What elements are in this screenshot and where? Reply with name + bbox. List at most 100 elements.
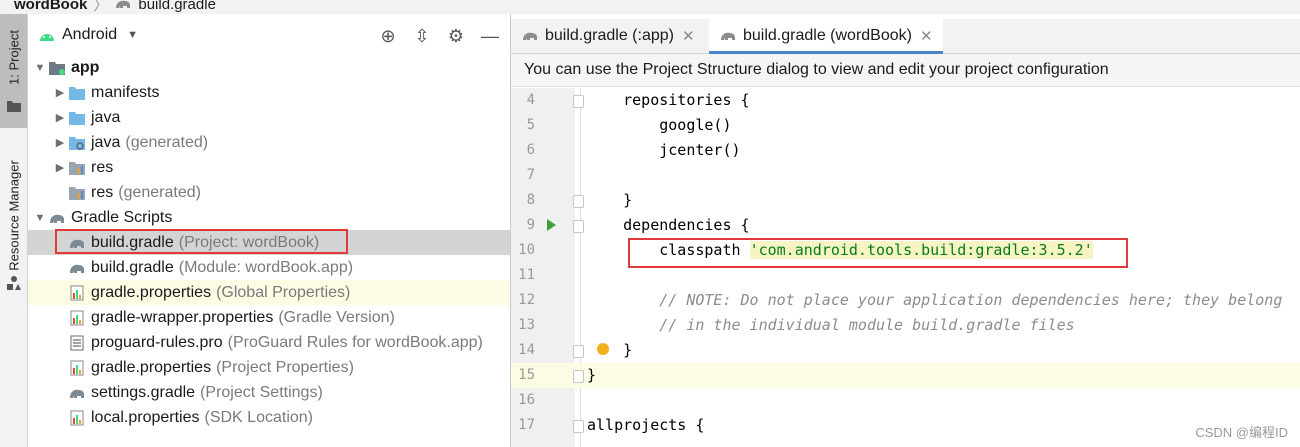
- line-number: 16: [518, 392, 535, 408]
- file-icon: [68, 335, 91, 351]
- code-text: dependencies {: [587, 213, 750, 238]
- breadcrumb-project[interactable]: wordBook: [14, 0, 87, 13]
- tab-build-gradle-app[interactable]: build.gradle (:app) ✕: [521, 19, 695, 53]
- tab-build-gradle-wordbook[interactable]: build.gradle (wordBook) ✕: [709, 19, 943, 54]
- code-line[interactable]: 9 dependencies {: [511, 213, 1300, 238]
- fold-marker-icon[interactable]: [573, 220, 584, 233]
- fold-marker-icon[interactable]: [573, 195, 584, 208]
- code-fragment: allprojects {: [587, 416, 705, 434]
- gradle-icon: [68, 260, 91, 276]
- line-number: 5: [526, 117, 535, 133]
- breadcrumb: wordBook 〉 build.gradle: [0, 0, 1300, 14]
- close-icon[interactable]: ✕: [682, 27, 695, 45]
- tree-item-label: proguard-rules.pro: [91, 333, 223, 351]
- close-icon[interactable]: ✕: [920, 27, 933, 45]
- line-number: 9: [526, 217, 535, 233]
- tree-item[interactable]: ▼ Gradle Scripts: [28, 205, 510, 230]
- tree-item[interactable]: ▶ java (generated): [28, 130, 510, 155]
- tree-item[interactable]: proguard-rules.pro (ProGuard Rules for wo…: [28, 330, 510, 355]
- project-tool-tab[interactable]: 1: Project: [0, 14, 27, 128]
- line-number: 12: [518, 292, 535, 308]
- line-number: 10: [518, 242, 535, 258]
- line-number: 15: [518, 367, 535, 383]
- gradle-icon: [523, 32, 537, 40]
- locate-icon[interactable]: ⊕: [378, 26, 398, 46]
- code-fragment: dependencies {: [587, 216, 750, 234]
- gradle-icon: [116, 0, 131, 8]
- fold-marker-icon[interactable]: [573, 95, 584, 108]
- code-line[interactable]: 6 jcenter(): [511, 138, 1300, 163]
- tree-item-label: res: [91, 183, 114, 201]
- code-text: repositories {: [587, 88, 749, 113]
- tree-item[interactable]: gradle-wrapper.properties (Gradle Version…: [28, 305, 510, 330]
- code-line[interactable]: 5 google(): [511, 113, 1300, 138]
- tree-item-note: (ProGuard Rules for wordBook.app): [227, 333, 483, 351]
- collapsed-arrow-icon[interactable]: ▶: [52, 161, 68, 174]
- watermark: CSDN @编程ID: [1195, 425, 1288, 440]
- line-number: 13: [518, 317, 535, 333]
- minimize-icon[interactable]: —: [480, 26, 500, 46]
- fold-marker-icon[interactable]: [573, 420, 584, 433]
- code-line[interactable]: 4 repositories {: [511, 88, 1300, 113]
- view-mode-selector[interactable]: Android ▼: [38, 26, 138, 44]
- tree-item[interactable]: ▶ manifests: [28, 80, 510, 105]
- folder-icon: [68, 85, 91, 101]
- collapse-all-icon[interactable]: ⇳: [412, 26, 432, 46]
- tree-item[interactable]: gradle.properties (Project Properties): [28, 355, 510, 380]
- gear-icon[interactable]: ⚙: [446, 26, 466, 46]
- fold-marker-icon[interactable]: [573, 345, 584, 358]
- code-line[interactable]: 12 // NOTE: Do not place your applicatio…: [511, 288, 1300, 313]
- tree-item-label: local.properties: [91, 408, 200, 426]
- tree-item[interactable]: settings.gradle (Project Settings): [28, 380, 510, 405]
- line-number: 14: [518, 342, 535, 358]
- tree-item[interactable]: ▶ java: [28, 105, 510, 130]
- tree-item-note: (Project Properties): [216, 358, 354, 376]
- code-text: jcenter(): [587, 138, 740, 163]
- tree-item[interactable]: gradle.properties (Global Properties): [28, 280, 510, 305]
- project-panel: Android ▼ ⊕ ⇳ ⚙ — ▼ app ▶ manifests ▶ java ▶ ja…: [28, 14, 511, 447]
- properties-icon: [68, 285, 91, 301]
- gradle-icon: [48, 210, 71, 226]
- code-text: }: [587, 363, 596, 388]
- tree-item[interactable]: ▼ app: [28, 55, 510, 80]
- collapsed-arrow-icon[interactable]: ▶: [52, 136, 68, 149]
- code-text: }: [587, 338, 632, 363]
- code-line[interactable]: 16: [511, 388, 1300, 413]
- tree-item-note: (generated): [118, 183, 201, 201]
- tree-item[interactable]: ▶ res: [28, 155, 510, 180]
- tree-item[interactable]: res (generated): [28, 180, 510, 205]
- project-structure-banner: You can use the Project Structure dialog…: [511, 54, 1300, 87]
- code-line[interactable]: 13 // in the individual module build.gra…: [511, 313, 1300, 338]
- tree-item-label: java: [91, 133, 121, 151]
- resource-manager-tab[interactable]: Resource Manager: [0, 148, 27, 298]
- folder-icon: [68, 110, 91, 126]
- expanded-arrow-icon[interactable]: ▼: [32, 62, 48, 74]
- line-number: 6: [526, 142, 535, 158]
- selection-highlight-box: [55, 229, 348, 254]
- code-line[interactable]: 14 }: [511, 338, 1300, 363]
- code-comment: // in the individual module build.gradle…: [587, 316, 1075, 334]
- code-fragment: }: [587, 191, 633, 209]
- tree-item-note: (Global Properties): [216, 283, 351, 301]
- collapsed-arrow-icon[interactable]: ▶: [52, 86, 68, 99]
- tree-item[interactable]: build.gradle (Module: wordBook.app): [28, 255, 510, 280]
- gradle-icon: [721, 32, 735, 40]
- code-line[interactable]: 7: [511, 163, 1300, 188]
- code-line[interactable]: 8 }: [511, 188, 1300, 213]
- code-line[interactable]: 15}: [511, 363, 1300, 388]
- collapsed-arrow-icon[interactable]: ▶: [52, 111, 68, 124]
- left-tool-strip: 1: Project Resource Manager: [0, 14, 28, 447]
- tree-item-label: manifests: [91, 83, 160, 101]
- tree-item[interactable]: local.properties (SDK Location): [28, 405, 510, 430]
- breadcrumb-file[interactable]: build.gradle: [138, 0, 216, 13]
- editor-tabs: build.gradle (:app) ✕ build.gradle (word…: [511, 19, 1300, 54]
- fold-marker-icon[interactable]: [573, 370, 584, 383]
- expanded-arrow-icon[interactable]: ▼: [32, 212, 48, 224]
- properties-icon: [68, 310, 91, 326]
- resource-manager-tab-label: Resource Manager: [6, 160, 21, 271]
- editor-area: build.gradle (:app) ✕ build.gradle (word…: [511, 14, 1300, 447]
- run-icon[interactable]: [547, 219, 556, 231]
- code-fragment: google(): [587, 116, 732, 134]
- tree-item-note: (Project Settings): [200, 383, 323, 401]
- code-line[interactable]: 17 allprojects {: [511, 413, 1300, 438]
